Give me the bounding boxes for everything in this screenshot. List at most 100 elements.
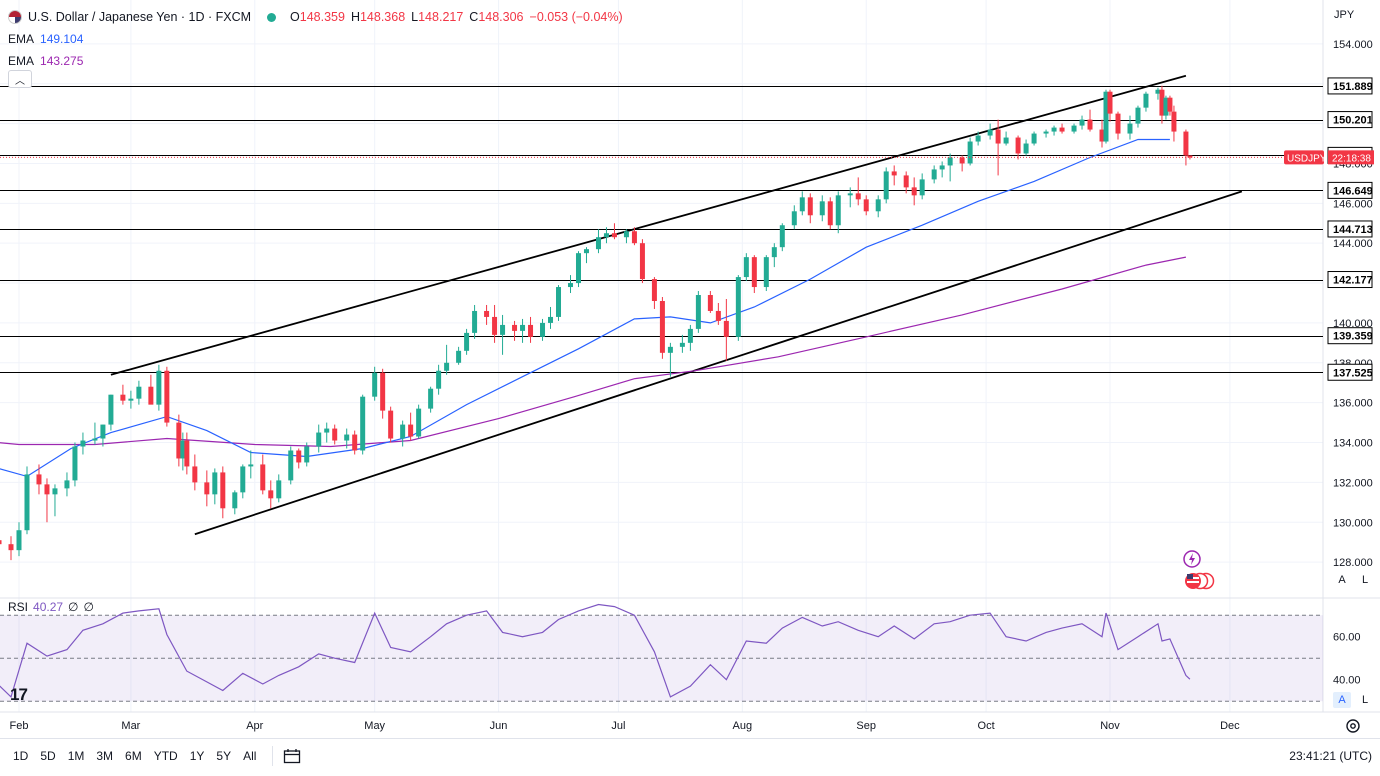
candle bbox=[204, 470, 210, 507]
candle-body bbox=[148, 386, 154, 405]
candle bbox=[771, 243, 777, 268]
candle-body bbox=[1071, 125, 1077, 132]
rsi-extra-2: ∅ bbox=[83, 600, 94, 614]
month-tick-label: Dec bbox=[1220, 720, 1240, 732]
candle-body bbox=[128, 398, 134, 401]
candle bbox=[296, 448, 302, 469]
timeframe-3m[interactable]: 3M bbox=[90, 745, 119, 767]
candle-body bbox=[120, 394, 126, 401]
candle bbox=[248, 450, 254, 479]
candle bbox=[1003, 131, 1009, 146]
timeframe-1d[interactable]: 1D bbox=[7, 745, 34, 767]
candle bbox=[92, 422, 98, 445]
timeframe-1y[interactable]: 1Y bbox=[184, 745, 211, 767]
candle bbox=[1031, 131, 1037, 146]
rsi-tick-label: 40.00 bbox=[1333, 675, 1361, 687]
economic-events-icon[interactable] bbox=[1182, 571, 1216, 591]
tradingview-logo[interactable]: 17 bbox=[10, 685, 28, 705]
candle bbox=[1059, 123, 1065, 134]
candle-body bbox=[723, 320, 729, 337]
timeframe-5y[interactable]: 5Y bbox=[210, 745, 237, 767]
candle-body bbox=[548, 316, 554, 323]
us-flag-icon bbox=[8, 10, 22, 24]
candle-body bbox=[80, 440, 86, 447]
candle-body bbox=[939, 165, 945, 170]
candle-body bbox=[540, 322, 546, 337]
candle-body bbox=[1031, 133, 1037, 144]
candle-body bbox=[1143, 93, 1149, 108]
candle-body bbox=[184, 440, 190, 467]
level-labels: 151.889150.201148.405146.649144.713142.1… bbox=[1327, 77, 1373, 381]
candle-body bbox=[164, 370, 170, 423]
candle bbox=[456, 346, 462, 365]
candle-body bbox=[1087, 119, 1093, 130]
candle-body bbox=[715, 310, 721, 321]
low-value: 148.217 bbox=[418, 10, 464, 24]
current-price-badge: USDJPY 22:18:38 bbox=[1284, 150, 1374, 165]
candle-body bbox=[791, 211, 797, 226]
candle bbox=[260, 454, 266, 495]
candle-body bbox=[947, 157, 953, 166]
ema-slow-row[interactable]: EMA 143.275 bbox=[8, 50, 623, 72]
rsi-legend[interactable]: RSI 40.27 ∅ ∅ bbox=[8, 600, 94, 614]
auto-scale-button[interactable]: A bbox=[1333, 572, 1351, 588]
candle-body bbox=[651, 279, 657, 301]
candle bbox=[723, 299, 729, 361]
ema-fast-row[interactable]: EMA 149.104 bbox=[8, 28, 623, 50]
candle-body bbox=[623, 231, 629, 238]
candle-body bbox=[36, 474, 42, 485]
candle bbox=[1071, 123, 1077, 134]
candle bbox=[212, 468, 218, 505]
candle-body bbox=[248, 464, 254, 467]
candle bbox=[72, 442, 78, 487]
symbol-title[interactable]: U.S. Dollar / Japanese Yen · 1D · FXCM bbox=[28, 7, 251, 27]
timeframe-1m[interactable]: 1M bbox=[62, 745, 91, 767]
utc-clock[interactable]: 23:41:21 (UTC) bbox=[1289, 749, 1372, 763]
chart-canvas[interactable]: 128.000130.000132.000134.000136.000138.0… bbox=[0, 0, 1380, 738]
candle-body bbox=[975, 135, 981, 142]
candle bbox=[1183, 129, 1189, 166]
collapse-legend-button[interactable]: ︿ bbox=[8, 70, 32, 88]
candle bbox=[120, 384, 126, 405]
candle-body bbox=[484, 310, 490, 317]
candle-body bbox=[707, 295, 713, 311]
chevron-up-icon: ︿ bbox=[15, 75, 25, 87]
candle-body bbox=[52, 488, 58, 495]
date-range-button[interactable] bbox=[272, 745, 301, 766]
timeframe-all[interactable]: All bbox=[237, 745, 262, 767]
high-value: 148.368 bbox=[359, 10, 406, 24]
candle-body bbox=[1183, 131, 1189, 156]
timeframe-6m[interactable]: 6M bbox=[119, 745, 148, 767]
candle-body bbox=[360, 396, 366, 451]
candle bbox=[1079, 115, 1085, 130]
candles-group bbox=[0, 85, 1193, 561]
candle-body bbox=[1167, 97, 1173, 112]
candle-body bbox=[827, 201, 833, 226]
candle-body bbox=[799, 197, 805, 212]
candle-body bbox=[436, 370, 442, 389]
candle bbox=[987, 123, 993, 140]
currency-button[interactable]: JPY bbox=[1329, 5, 1373, 25]
candle-body bbox=[232, 492, 238, 509]
candle-body bbox=[1171, 111, 1177, 132]
candle bbox=[276, 474, 282, 503]
settings-gear-icon[interactable] bbox=[1344, 717, 1362, 735]
timeframe-ytd[interactable]: YTD bbox=[148, 745, 184, 767]
candle bbox=[891, 165, 897, 186]
level-label-text: 146.649 bbox=[1333, 185, 1373, 197]
timeframe-5d[interactable]: 5D bbox=[34, 745, 61, 767]
candle bbox=[16, 522, 22, 557]
candle-body bbox=[400, 424, 406, 439]
candle-body bbox=[444, 362, 450, 371]
candle-body bbox=[863, 199, 869, 212]
candle bbox=[332, 424, 338, 445]
candle-body bbox=[847, 193, 853, 196]
candle-body bbox=[268, 490, 274, 499]
rsi-auto-scale-button[interactable]: A bbox=[1333, 692, 1351, 708]
candle bbox=[807, 193, 813, 224]
candle bbox=[667, 342, 673, 377]
log-scale-button[interactable]: L bbox=[1356, 572, 1374, 588]
rsi-log-scale-button[interactable]: L bbox=[1356, 692, 1374, 708]
lightning-event-icon[interactable] bbox=[1182, 549, 1202, 569]
high-label: H bbox=[350, 10, 360, 24]
